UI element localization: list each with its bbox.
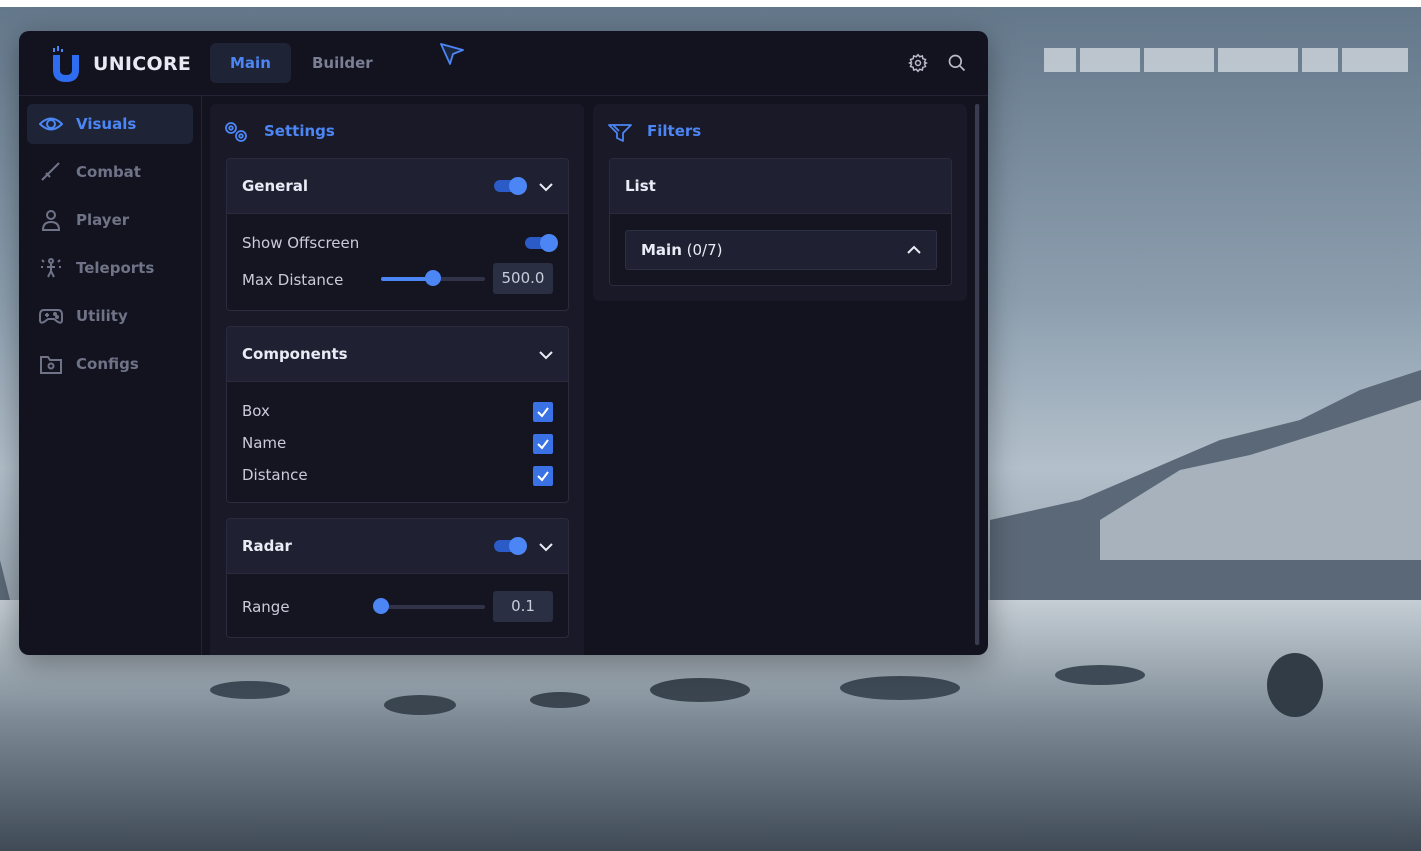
chevron-up-icon[interactable] — [906, 242, 922, 258]
settings-title: Settings — [264, 122, 335, 140]
chevron-down-icon[interactable] — [538, 179, 554, 195]
tab-main[interactable]: Main — [210, 43, 291, 83]
sidebar-item-configs[interactable]: Configs — [27, 344, 193, 384]
dropdown-label: Main (0/7) — [641, 241, 723, 259]
app-window: UNICORE Main Builder Visuals Combat Play… — [19, 31, 988, 655]
show-offscreen-toggle[interactable] — [525, 234, 558, 252]
range-value[interactable]: 0.1 — [493, 591, 553, 622]
sidebar-item-label: Player — [76, 211, 130, 229]
gears-icon — [225, 122, 247, 142]
sidebar-item-utility[interactable]: Utility — [27, 296, 193, 336]
max-distance-label: Max Distance — [242, 271, 344, 289]
show-offscreen-label: Show Offscreen — [242, 234, 360, 252]
sidebar-item-teleports[interactable]: Teleports — [27, 248, 193, 288]
max-distance-slider[interactable] — [381, 270, 485, 286]
box-checkbox[interactable] — [533, 402, 553, 422]
search-icon[interactable] — [947, 53, 967, 73]
list-title: List — [625, 177, 656, 195]
general-header[interactable]: General — [227, 159, 568, 214]
folder-icon — [40, 356, 62, 374]
sidebar-item-player[interactable]: Player — [27, 200, 193, 240]
sidebar-item-label: Combat — [76, 163, 141, 181]
sword-icon — [41, 162, 60, 181]
sidebar-item-label: Utility — [76, 307, 128, 325]
components-header[interactable]: Components — [227, 327, 568, 382]
general-title: General — [242, 177, 308, 195]
slider-thumb[interactable] — [373, 598, 389, 614]
sidebar-item-combat[interactable]: Combat — [27, 152, 193, 192]
gear-icon[interactable] — [908, 53, 928, 73]
general-enabled-toggle[interactable] — [494, 177, 527, 195]
distance-label: Distance — [242, 466, 308, 484]
mouse-cursor-icon — [440, 43, 464, 65]
general-section: General Show Offscreen Max Distance 500.… — [226, 158, 569, 311]
teleport-icon — [41, 258, 61, 278]
app-name: UNICORE — [93, 53, 192, 75]
max-distance-value[interactable]: 500.0 — [493, 263, 553, 294]
sidebar: Visuals Combat Player Teleports Utility … — [19, 96, 202, 655]
sidebar-item-visuals[interactable]: Visuals — [27, 104, 193, 144]
radar-title: Radar — [242, 537, 292, 555]
top-edge — [0, 0, 1421, 7]
components-title: Components — [242, 345, 348, 363]
filter-list: List Main (0/7) — [609, 158, 952, 286]
box-label: Box — [242, 402, 270, 420]
distance-checkbox[interactable] — [533, 466, 553, 486]
filter-icon — [608, 124, 632, 142]
name-checkbox[interactable] — [533, 434, 553, 454]
radar-section: Radar Range 0.1 — [226, 518, 569, 638]
gamepad-icon — [39, 309, 63, 324]
sidebar-item-label: Visuals — [76, 115, 137, 133]
chevron-down-icon[interactable] — [538, 347, 554, 363]
sidebar-item-label: Teleports — [76, 259, 155, 277]
list-header: List — [610, 159, 951, 214]
main-list-dropdown[interactable]: Main (0/7) — [625, 230, 937, 270]
unicore-logo-icon — [53, 46, 79, 82]
filters-title: Filters — [647, 122, 702, 140]
eye-icon — [39, 117, 63, 131]
radar-enabled-toggle[interactable] — [494, 537, 527, 555]
header-bar: UNICORE Main Builder — [19, 31, 988, 96]
components-section: Components Box Name Distance — [226, 326, 569, 503]
blurred-region — [1044, 48, 1420, 72]
sidebar-item-label: Configs — [76, 355, 139, 373]
dropdown-name: Main — [641, 241, 682, 259]
name-label: Name — [242, 434, 287, 452]
tab-builder[interactable]: Builder — [292, 43, 393, 83]
slider-thumb[interactable] — [425, 270, 441, 286]
scrollbar-thumb[interactable] — [975, 104, 979, 645]
user-icon — [41, 210, 61, 231]
range-slider[interactable] — [373, 598, 485, 614]
dropdown-count: (0/7) — [686, 241, 723, 259]
logo: UNICORE — [51, 46, 191, 82]
chevron-down-icon[interactable] — [538, 539, 554, 555]
radar-header[interactable]: Radar — [227, 519, 568, 574]
range-label: Range — [242, 598, 290, 616]
